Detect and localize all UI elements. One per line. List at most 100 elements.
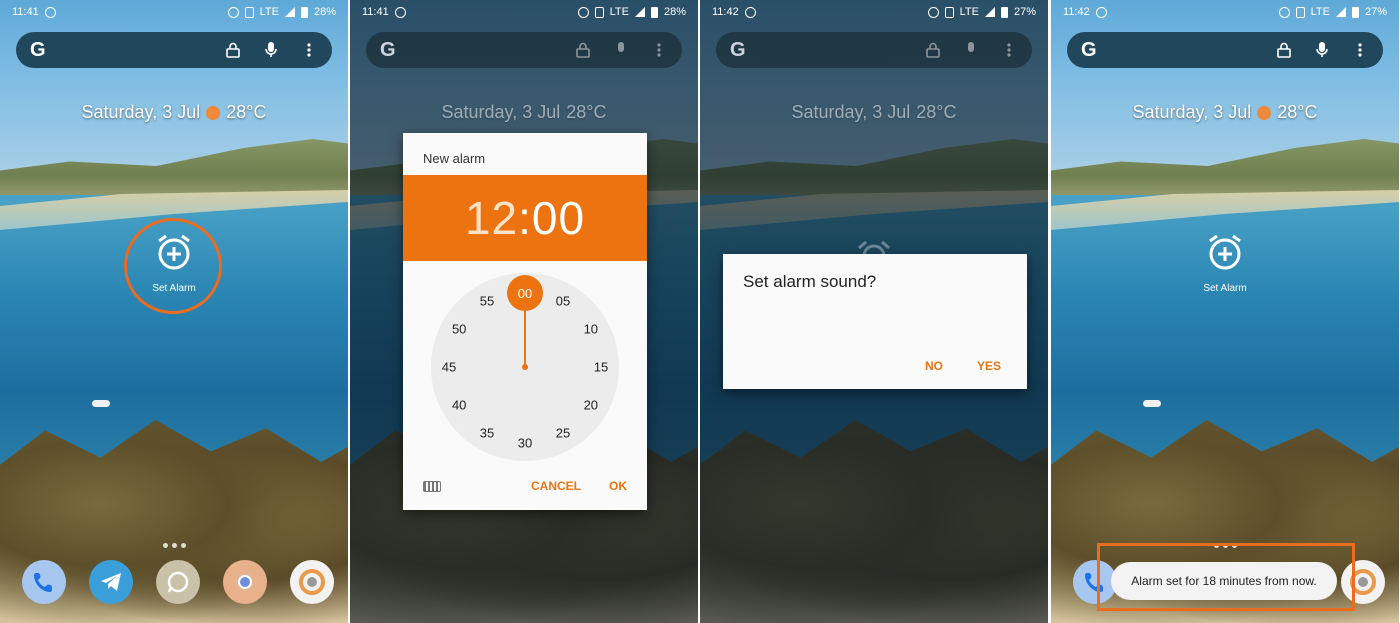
alarm-icon (577, 6, 589, 18)
dial-minute-45[interactable]: 45 (437, 360, 461, 375)
google-logo-icon: G (380, 38, 396, 61)
telegram-icon[interactable] (89, 560, 133, 604)
home-screen-confirmation-panel: 11:42 LTE 27% G Saturday, 3 Jul 28°C Set … (1051, 0, 1399, 623)
set-alarm-shortcut[interactable]: Set Alarm (1175, 232, 1275, 294)
dial-minute-20[interactable]: 20 (579, 398, 603, 413)
dial-minute-15[interactable]: 15 (589, 360, 613, 375)
network-label: LTE (1310, 6, 1330, 18)
google-search-bar[interactable]: G (16, 32, 332, 68)
lock-icon[interactable] (224, 41, 242, 59)
date-weather-widget[interactable]: Saturday, 3 Jul 28°C (1051, 102, 1399, 123)
battery-icon (650, 6, 658, 18)
alarm-icon (394, 6, 406, 18)
set-alarm-sound-dialog: Set alarm sound? NO YES (723, 254, 1027, 389)
hour-display[interactable]: 12 (465, 192, 518, 244)
date-weather-widget: Saturday, 3 Jul 28°C (350, 102, 698, 123)
battery-icon (300, 6, 308, 18)
dial-minute-25[interactable]: 25 (551, 425, 575, 440)
alarm-icon (927, 6, 939, 18)
dial-minute-10[interactable]: 10 (579, 322, 603, 337)
battery-level: 28% (663, 6, 686, 18)
google-logo-icon: G (730, 38, 746, 61)
wallpaper (1051, 0, 1399, 623)
selected-minute[interactable]: 00 (507, 275, 543, 311)
microphone-icon (612, 41, 630, 59)
network-label: LTE (259, 6, 279, 18)
date-text: Saturday, 3 Jul (441, 102, 561, 122)
status-time: 11:42 (712, 6, 739, 18)
dial-minute-30[interactable]: 30 (513, 436, 537, 451)
network-label: LTE (959, 6, 979, 18)
dialog-message: Set alarm sound? (743, 272, 877, 291)
dial-minute-05[interactable]: 05 (551, 294, 575, 309)
date-weather-widget: Saturday, 3 Jul 28°C (700, 102, 1048, 123)
google-search-bar: G (716, 32, 1032, 68)
sun-icon (1257, 105, 1272, 120)
microphone-icon (962, 41, 980, 59)
new-alarm-dialog: New alarm 12:00 00 05 10 15 20 25 30 35 40 45 50 5… (403, 133, 647, 510)
microphone-icon[interactable] (1313, 41, 1331, 59)
highlight-box (1097, 543, 1355, 611)
temperature-text: 28°C (566, 102, 607, 122)
lock-icon (574, 41, 592, 59)
time-separator: : (518, 192, 532, 244)
time-display: 12:00 (403, 175, 647, 261)
signal-icon (284, 7, 295, 17)
battery-icon (1351, 6, 1359, 18)
alarm-icon (744, 6, 756, 18)
date-text: Saturday, 3 Jul (791, 102, 911, 122)
alarm-icon (44, 6, 56, 18)
yes-button[interactable]: YES (977, 359, 1001, 373)
google-logo-icon: G (30, 38, 46, 61)
vibrate-icon (944, 6, 954, 18)
status-bar: 11:41 LTE 28% (350, 0, 698, 24)
microphone-icon[interactable] (262, 41, 280, 59)
whatsapp-icon[interactable] (156, 560, 200, 604)
minute-display[interactable]: 00 (532, 192, 585, 244)
google-search-bar: G (366, 32, 682, 68)
signal-icon (1335, 7, 1346, 17)
status-time: 11:41 (12, 6, 39, 18)
page-indicator (0, 535, 348, 553)
lock-icon[interactable] (1275, 41, 1293, 59)
more-options-icon[interactable] (1351, 41, 1369, 59)
alarm-add-icon (1209, 234, 1241, 270)
date-text: Saturday, 3 Jul (81, 102, 201, 122)
google-search-bar[interactable]: G (1067, 32, 1383, 68)
minute-dial[interactable]: 00 05 10 15 20 25 30 35 40 45 50 55 (431, 273, 619, 461)
signal-icon (984, 7, 995, 17)
more-options-icon (1000, 41, 1018, 59)
status-time: 11:41 (362, 6, 389, 18)
dialog-title: New alarm (423, 151, 486, 166)
google-logo-icon: G (1081, 38, 1097, 61)
status-bar: 11:42 LTE 27% (1051, 0, 1399, 24)
lock-icon (924, 41, 942, 59)
dial-minute-50[interactable]: 50 (447, 322, 471, 337)
alarm-icon (1278, 6, 1290, 18)
vibrate-icon (244, 6, 254, 18)
alarm-add-icon (858, 240, 890, 256)
keyboard-icon[interactable] (423, 480, 441, 492)
dial-minute-35[interactable]: 35 (475, 425, 499, 440)
date-weather-widget[interactable]: Saturday, 3 Jul 28°C (0, 102, 348, 123)
battery-level: 27% (1013, 6, 1036, 18)
signal-icon (634, 7, 645, 17)
vibrate-icon (1295, 6, 1305, 18)
temperature-text: 28°C (1277, 102, 1318, 122)
home-screen-panel: 11:41 LTE 28% G Saturday, 3 Jul 28°C Set … (0, 0, 348, 623)
temperature-text: 28°C (226, 102, 267, 122)
battery-level: 27% (1364, 6, 1387, 18)
dial-minute-55[interactable]: 55 (475, 294, 499, 309)
status-time: 11:42 (1063, 6, 1090, 18)
chrome-icon[interactable] (223, 560, 267, 604)
more-options-icon (650, 41, 668, 59)
camera-icon[interactable] (290, 560, 334, 604)
dial-minute-40[interactable]: 40 (447, 398, 471, 413)
status-bar: 11:42 LTE 27% (700, 0, 1048, 24)
more-options-icon[interactable] (300, 41, 318, 59)
phone-icon[interactable] (22, 560, 66, 604)
no-button[interactable]: NO (925, 359, 943, 373)
cancel-button[interactable]: CANCEL (531, 479, 581, 493)
alarm-icon (1095, 6, 1107, 18)
ok-button[interactable]: OK (609, 479, 627, 493)
